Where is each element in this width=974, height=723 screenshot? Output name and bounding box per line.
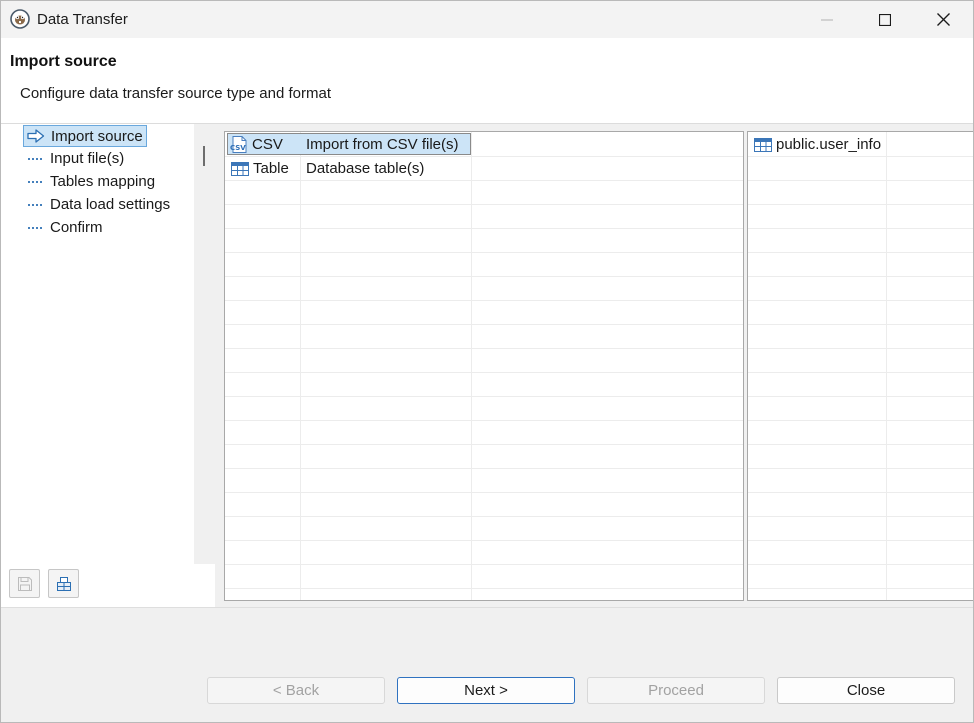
nav-item-input-files[interactable]: Input file(s) xyxy=(23,148,124,169)
maximize-icon xyxy=(879,13,891,26)
tree-line-icon xyxy=(27,157,43,160)
table-row-csv-name[interactable]: CSV CSV xyxy=(230,133,283,156)
source-type-name: Table xyxy=(253,160,289,177)
wizard-steps-tree: Import source Input file(s) Tables mappi… xyxy=(1,124,194,564)
close-button[interactable]: Close xyxy=(777,677,955,704)
close-window-button[interactable] xyxy=(914,1,972,38)
tree-line-icon xyxy=(27,203,43,206)
arrow-right-icon xyxy=(27,129,45,143)
source-type-description: Database table(s) xyxy=(306,160,425,177)
next-button[interactable]: Next > xyxy=(397,677,575,704)
page-title: Import source xyxy=(10,53,117,70)
target-table-name: public.user_info xyxy=(776,136,882,153)
maximize-button[interactable] xyxy=(856,1,914,38)
wizard-content: Import source Input file(s) Tables mappi… xyxy=(1,124,973,608)
table-row-table-name[interactable]: Table xyxy=(231,157,289,180)
close-icon xyxy=(936,13,950,26)
target-table-row[interactable]: public.user_info xyxy=(754,133,881,156)
nav-item-label: Import source xyxy=(51,127,143,145)
table-icon xyxy=(231,161,249,176)
nav-item-label: Input file(s) xyxy=(50,150,125,167)
proceed-button[interactable]: Proceed xyxy=(587,677,765,704)
nav-item-data-load-settings[interactable]: Data load settings xyxy=(23,194,170,215)
dbeaver-beaver-icon xyxy=(10,9,30,29)
nav-item-confirm[interactable]: Confirm xyxy=(23,217,103,238)
source-type-description: Import from CSV file(s) xyxy=(306,136,459,153)
minimize-icon xyxy=(821,19,833,20)
tree-line-icon xyxy=(27,180,43,183)
save-icon xyxy=(17,576,32,591)
table-icon xyxy=(754,137,772,152)
nav-toolbar xyxy=(1,564,215,607)
window-title: Data Transfer xyxy=(37,11,128,28)
title-bar: Data Transfer xyxy=(1,1,973,38)
wizard-footer: < Back Next > Proceed Close xyxy=(1,608,973,722)
data-transfer-window: Data Transfer Import source Configure da… xyxy=(0,0,974,723)
target-tables-list: public.user_info xyxy=(747,131,973,601)
tree-line-icon xyxy=(27,226,43,229)
source-type-table: CSV CSV Import from CSV file(s) Table Da… xyxy=(224,131,744,601)
load-settings-icon xyxy=(56,576,71,591)
panel-splitter-handle[interactable] xyxy=(203,146,205,166)
save-settings-button[interactable] xyxy=(9,569,40,598)
nav-item-label: Confirm xyxy=(50,219,103,236)
nav-item-label: Tables mapping xyxy=(50,173,156,190)
csv-file-icon: CSV xyxy=(230,136,247,153)
source-type-name: CSV xyxy=(252,136,283,153)
page-description: Configure data transfer source type and … xyxy=(20,85,332,102)
nav-item-label: Data load settings xyxy=(50,196,171,213)
table-row-table-description[interactable]: Database table(s) xyxy=(306,157,424,180)
svg-text:CSV: CSV xyxy=(230,144,246,152)
table-row-csv-description[interactable]: Import from CSV file(s) xyxy=(306,133,459,156)
nav-item-tables-mapping[interactable]: Tables mapping xyxy=(23,171,155,192)
nav-item-import-source[interactable]: Import source xyxy=(23,125,147,147)
load-settings-button[interactable] xyxy=(48,569,79,598)
page-header: Import source Configure data transfer so… xyxy=(1,38,973,124)
back-button[interactable]: < Back xyxy=(207,677,385,704)
minimize-button[interactable] xyxy=(798,1,856,38)
